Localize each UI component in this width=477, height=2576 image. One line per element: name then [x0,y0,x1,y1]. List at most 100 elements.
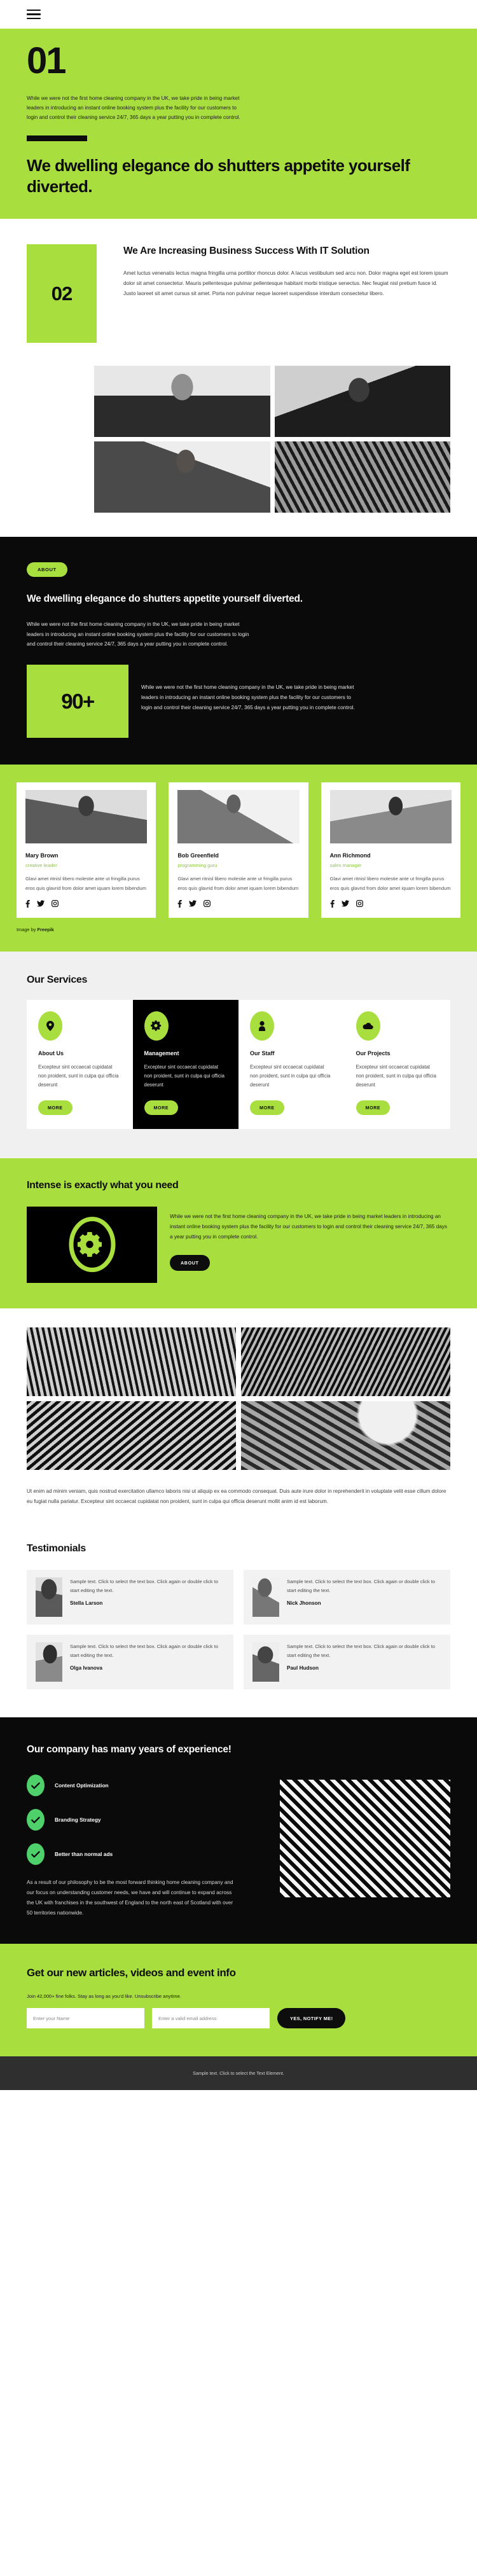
testimonial-text: Sample text. Click to select the text bo… [287,1643,435,1659]
instagram-icon[interactable] [356,900,363,908]
testimonial-body: Sample text. Click to select the text bo… [70,1577,225,1617]
hero-number: 01 [27,40,67,81]
photo-skyscraper-tower [27,1327,236,1396]
service-title: Our Staff [250,1049,275,1056]
team-member-name: Ann Richmond [329,852,371,859]
twitter-icon[interactable] [341,900,349,907]
social-links [330,899,452,908]
testimonial-card: Sample text. Click to select the text bo… [27,1634,233,1689]
team-member-name: Mary Brown [25,852,59,859]
section-02-body: We Are Increasing Business Success With … [123,244,450,343]
testimonials-section: Testimonials Sample text. Click to selec… [0,1532,477,1717]
notify-me-button[interactable]: YES, NOTIFY ME! [277,2008,346,2029]
service-card-our-projects[interactable]: Our Projects Excepteur sint occaecat cup… [344,999,450,1129]
service-more-button[interactable]: MORE [250,1100,284,1115]
photo-stairs-architecture [274,441,450,513]
hero-heading: We dwelling elegance do shutters appetit… [27,155,410,196]
intense-body: While we were not the first home cleanin… [170,1207,450,1271]
check-circle-icon [27,1809,45,1831]
service-more-button[interactable]: MORE [144,1100,179,1115]
team-card: Ann Richmond sales manager Glavi amet ri… [321,782,460,918]
testimonial-text: Sample text. Click to select the text bo… [70,1643,218,1659]
photo-paul-hudson [252,1642,279,1682]
service-title: Management [144,1049,179,1056]
landing-page: 01 While we were not the first home clea… [0,0,477,2091]
section-02-paragraph: Amet luctus venenatis lectus magna fring… [123,270,448,296]
experience-paragraph: As a result of our philosophy to be the … [27,1880,233,1916]
hero-divider [27,135,87,141]
team-card: Mary Brown creative leader Glavi amet ri… [17,782,156,918]
section-02: 02 We Are Increasing Business Success Wi… [0,219,477,363]
user-icon [250,1011,274,1041]
burger-line [27,13,41,15]
top-bar [0,0,477,29]
gear-in-circle-icon [27,1206,157,1283]
newsletter-heading: Get our new articles, videos and event i… [27,1967,236,1979]
experience-row: Our company has many years of experience… [27,1743,450,1918]
section-02-heading: We Are Increasing Business Success With … [123,246,370,257]
experience-check-item: Content Optimization [27,1775,265,1797]
intense-section: Intense is exactly what you need While w… [0,1158,477,1308]
services-heading: Our Services [27,974,88,985]
location-pin-icon [38,1011,62,1041]
burger-line [27,9,41,11]
team-card: Bob Greenfield programming guru Glavi am… [169,782,308,918]
service-more-button[interactable]: MORE [38,1100,73,1115]
team-member-bio: Glavi amet ritnisl libero molestie ante … [177,876,299,891]
experience-check-item: Branding Strategy [27,1809,265,1831]
instagram-icon[interactable] [204,900,211,908]
team-member-bio: Glavi amet ritnisl libero molestie ante … [25,876,146,891]
testimonials-heading: Testimonials [27,1542,86,1554]
service-card-management[interactable]: Management Excepteur sint occaecat cupid… [132,999,238,1129]
stat-value: 90+ [27,665,128,738]
testimonial-body: Sample text. Click to select the text bo… [287,1577,441,1617]
facebook-icon[interactable] [330,899,335,908]
testimonial-body: Sample text. Click to select the text bo… [287,1642,441,1682]
cloud-icon [356,1011,380,1041]
experience-left: Our company has many years of experience… [27,1743,265,1918]
facebook-icon[interactable] [25,899,30,908]
team-section: Mary Brown creative leader Glavi amet ri… [0,765,477,952]
intense-about-button[interactable]: ABOUT [170,1254,210,1271]
about-section: ABOUT We dwelling elegance do shutters a… [0,537,477,765]
testimonial-text: Sample text. Click to select the text bo… [70,1578,218,1594]
photo-man-in-suit [94,366,270,438]
twitter-icon[interactable] [189,900,197,907]
service-text: Excepteur sint occaecat cupidatat non pr… [38,1063,119,1088]
intense-row: While we were not the first home cleanin… [27,1206,450,1283]
about-badge: ABOUT [27,562,67,578]
credit-source[interactable]: Freepik [37,927,53,932]
about-heading: We dwelling elegance do shutters appetit… [27,593,303,605]
testimonial-name: Stella Larson [70,1600,103,1607]
gear-icon [144,1011,169,1041]
footer-text: Sample text. Click to select the Text El… [193,2070,284,2077]
architecture-grid [27,1327,450,1470]
testimonial-text: Sample text. Click to select the text bo… [287,1578,435,1594]
twitter-icon[interactable] [37,900,45,907]
testimonial-name: Olga Ivanova [70,1665,102,1672]
testimonial-name: Paul Hudson [287,1665,319,1672]
credit-prefix: Image by [17,926,38,932]
service-card-our-staff[interactable]: Our Staff Excepteur sint occaecat cupida… [238,999,345,1129]
testimonial-card: Sample text. Click to select the text bo… [244,1634,450,1689]
photo-spiral-staircase [241,1401,450,1470]
about-stat-row: 90+ While we were not the first home cle… [27,665,450,738]
hero-paragraph: While we were not the first home cleanin… [27,95,240,121]
instagram-icon[interactable] [52,900,59,908]
stat-description: While we were not the first home cleanin… [141,684,355,711]
newsletter-form: YES, NOTIFY ME! [27,2008,450,2029]
experience-heading: Our company has many years of experience… [27,1743,232,1755]
email-input[interactable] [152,2008,270,2029]
service-card-about-us[interactable]: About Us Excepteur sint occaecat cupidat… [27,999,133,1129]
experience-section: Our company has many years of experience… [0,1717,477,1944]
architecture-gallery [0,1308,477,1470]
facebook-icon[interactable] [177,899,183,908]
photo-man-in-hoodie [274,366,450,438]
name-input[interactable] [27,2008,144,2029]
service-text: Excepteur sint occaecat cupidatat non pr… [250,1063,331,1088]
team-member-role: programming guru [177,862,218,869]
team-member-bio: Glavi amet ritnisl libero molestie ante … [329,876,451,891]
about-paragraph: While we were not the first home cleanin… [27,621,249,647]
hamburger-menu-icon[interactable] [27,7,41,22]
service-more-button[interactable]: MORE [356,1100,391,1115]
